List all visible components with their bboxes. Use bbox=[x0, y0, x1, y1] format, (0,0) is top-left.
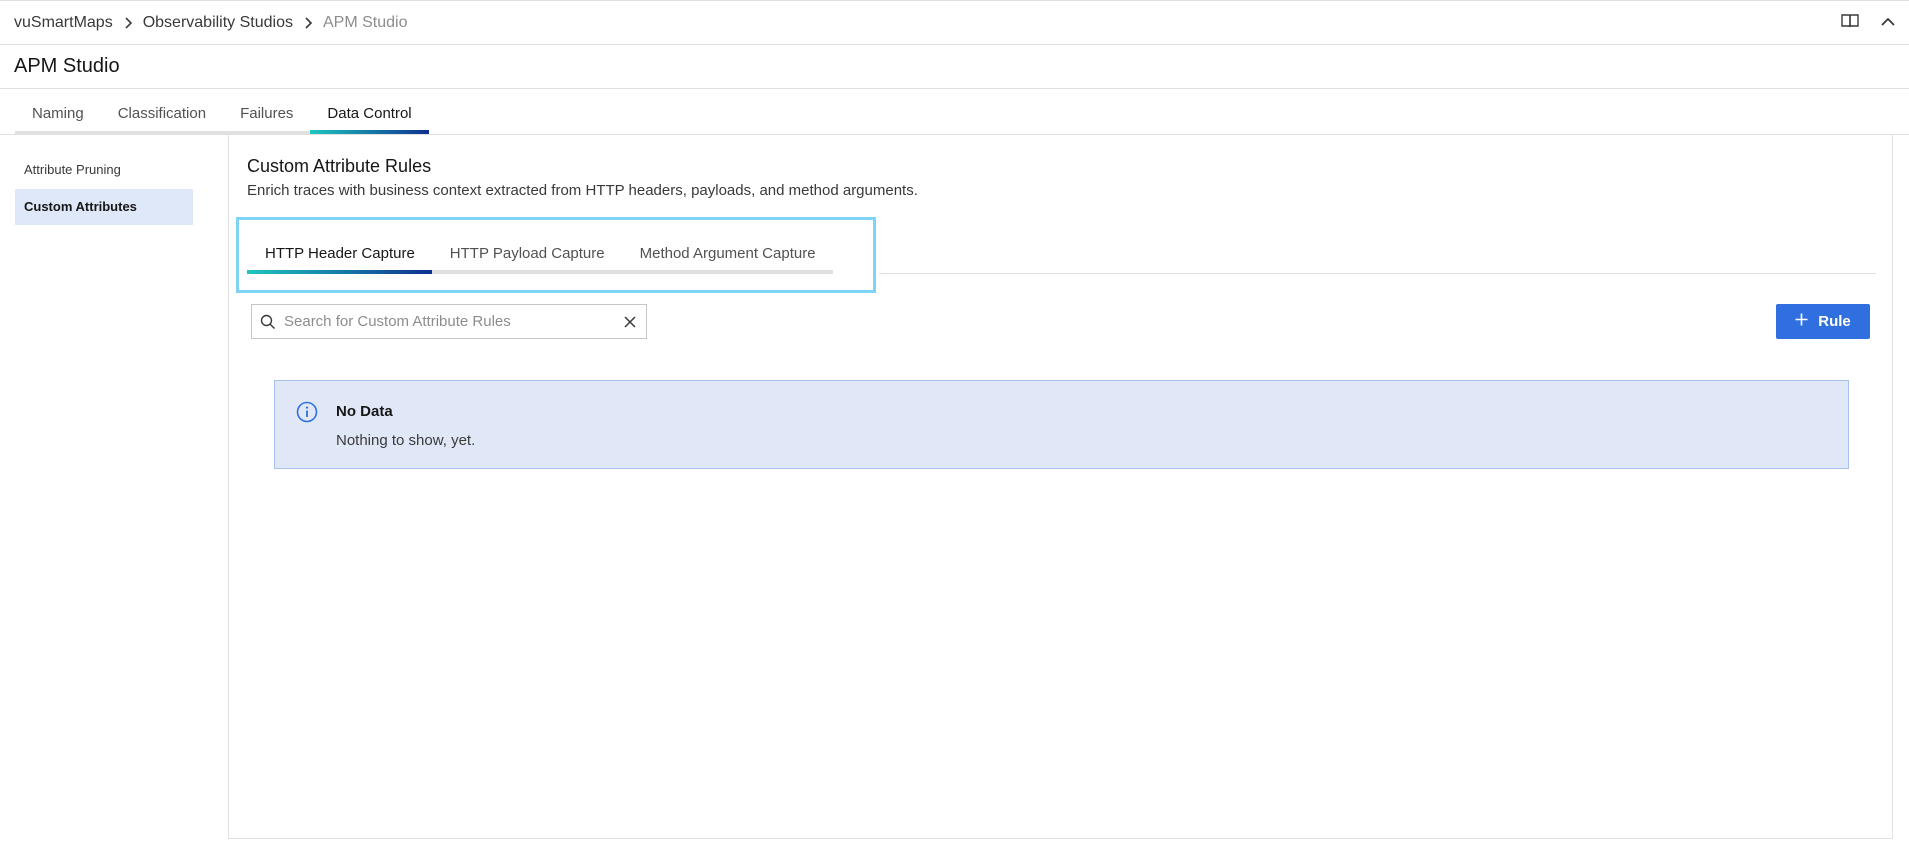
notice-title: No Data bbox=[336, 403, 393, 420]
chevron-right-icon bbox=[113, 16, 143, 29]
top-bar: vuSmartMaps Observability Studios APM St… bbox=[0, 0, 1909, 45]
page-title: APM Studio bbox=[14, 55, 120, 77]
divider bbox=[879, 273, 1876, 274]
no-data-notification: No Data Nothing to show, yet. bbox=[274, 380, 1849, 469]
breadcrumb-vusmartmaps[interactable]: vuSmartMaps bbox=[14, 14, 113, 32]
tab-data-control[interactable]: Data Control bbox=[310, 89, 429, 134]
chevron-up-icon[interactable] bbox=[1881, 14, 1895, 32]
section-title: Custom Attribute Rules bbox=[247, 156, 432, 176]
search-icon bbox=[252, 314, 284, 330]
close-icon[interactable] bbox=[614, 315, 646, 329]
sidebar-item-attribute-pruning[interactable]: Attribute Pruning bbox=[15, 152, 193, 188]
tab-http-header-capture[interactable]: HTTP Header Capture bbox=[247, 234, 432, 274]
book-icon[interactable] bbox=[1841, 13, 1859, 34]
search-input[interactable] bbox=[284, 313, 614, 330]
breadcrumb-observability-studios[interactable]: Observability Studios bbox=[143, 14, 293, 32]
breadcrumb-apm-studio: APM Studio bbox=[323, 13, 408, 31]
tab-method-argument-capture[interactable]: Method Argument Capture bbox=[621, 234, 833, 274]
content-panel: Custom Attribute Rules Enrich traces wit… bbox=[228, 134, 1893, 839]
tab-classification[interactable]: Classification bbox=[100, 89, 224, 134]
topbar-actions bbox=[1841, 1, 1895, 45]
add-rule-label: Rule bbox=[1818, 313, 1851, 330]
section-description: Enrich traces with business context extr… bbox=[247, 182, 918, 199]
sub-tabs: HTTP Header Capture HTTP Payload Capture… bbox=[247, 234, 833, 274]
tab-naming[interactable]: Naming bbox=[15, 89, 101, 134]
search-box bbox=[251, 304, 647, 339]
add-rule-button[interactable]: Rule bbox=[1776, 304, 1870, 339]
chevron-right-icon bbox=[293, 16, 323, 29]
tab-failures[interactable]: Failures bbox=[223, 89, 311, 134]
sidebar: Attribute Pruning Custom Attributes bbox=[15, 152, 193, 226]
notice-text: Nothing to show, yet. bbox=[336, 432, 476, 449]
plus-icon bbox=[1795, 313, 1808, 330]
info-icon bbox=[296, 401, 318, 428]
tab-http-payload-capture[interactable]: HTTP Payload Capture bbox=[431, 234, 622, 274]
main-tabs: Naming Classification Failures Data Cont… bbox=[15, 89, 429, 134]
sidebar-item-custom-attributes[interactable]: Custom Attributes bbox=[15, 189, 193, 225]
